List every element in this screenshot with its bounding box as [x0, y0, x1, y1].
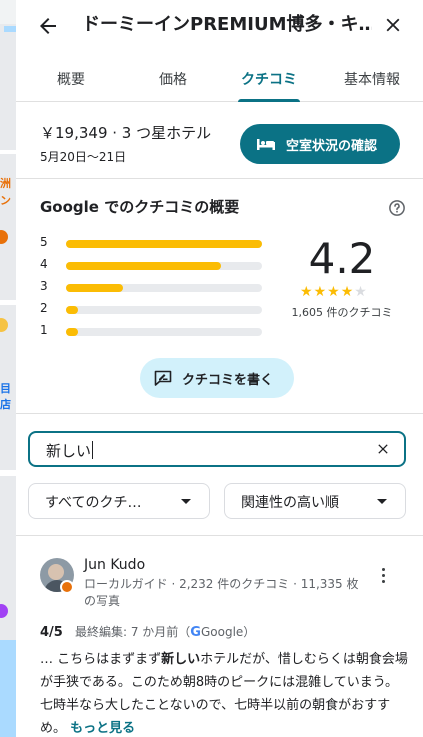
- star-icon: ★: [313, 284, 328, 300]
- review-source: Google: [200, 625, 244, 639]
- price-section: ￥19,349 · 3 つ星ホテル 5月20日〜21日 空室状況の確認: [16, 103, 423, 179]
- help-circle-icon[interactable]: [388, 199, 406, 217]
- reviewer-meta: ローカルガイド · 2,232 件のクチコミ · 11,335 枚の写真: [84, 577, 359, 608]
- star-icon: ★: [340, 284, 355, 300]
- rate-review-icon: [154, 370, 172, 386]
- rating-bar-1[interactable]: 1: [40, 323, 270, 337]
- price-line: ￥19,349 · 3 つ星ホテル: [40, 124, 212, 142]
- rating-bar-track: [66, 240, 262, 248]
- edited-text: 最終編集: 7 か月前（: [74, 625, 191, 639]
- rating-bar-label: 5: [40, 235, 48, 249]
- review-count[interactable]: 1,605 件のクチコミ: [284, 304, 400, 320]
- write-review-button[interactable]: クチコミを書く: [140, 358, 294, 398]
- more-vert-icon[interactable]: [380, 568, 386, 586]
- rating-bar-fill: [66, 284, 123, 292]
- stay-dates[interactable]: 5月20日〜21日: [40, 148, 126, 165]
- google-logo-icon: G: [190, 625, 201, 640]
- dropdown-arrow-icon: [377, 499, 387, 504]
- star-icon: ★: [300, 284, 314, 300]
- page-title: ドーミーインPREMIUM博多・キ…: [82, 14, 372, 35]
- rating-bar-4[interactable]: 4: [40, 257, 270, 271]
- summary-heading: Google でのクチコミの概要: [40, 198, 240, 216]
- read-more-link[interactable]: もっと見る: [70, 721, 135, 736]
- review-text-highlight: 新しい: [161, 652, 201, 667]
- rating-bar-5[interactable]: 5: [40, 235, 270, 249]
- avatar-face: [48, 564, 64, 580]
- rating-bar-label: 4: [40, 257, 48, 271]
- review-summary: Google でのクチコミの概要 5 4 3 2 1 4.2 ★★★★★ 1,6…: [16, 180, 423, 414]
- rating-bar-fill: [66, 328, 78, 336]
- text-caret: [92, 441, 94, 459]
- arrow-left-icon[interactable]: [36, 14, 60, 38]
- sort-dropdown[interactable]: 関連性の高い順: [224, 483, 406, 519]
- tab-label: 価格: [159, 72, 187, 88]
- write-review-label: クチコミを書く: [182, 372, 274, 388]
- review-body: … こちらはまずまず新しいホテルだが、惜しむらくは朝食会場が手狭である。このため…: [40, 648, 408, 737]
- rating-bar-fill: [66, 240, 262, 248]
- tab-reviews[interactable]: クチコミ: [238, 56, 300, 102]
- star-icon: ★: [327, 284, 341, 300]
- review-type-dropdown[interactable]: すべてのクチ…: [28, 483, 210, 519]
- rating-bar-track: [66, 284, 262, 292]
- rating-bar-label: 1: [40, 323, 48, 337]
- review-score: 4/5: [40, 625, 63, 640]
- star-rating: ★★★★★: [300, 284, 380, 300]
- active-tab-indicator: [238, 99, 300, 102]
- search-value: 新しい: [46, 440, 94, 461]
- review-edited: 最終編集: 7 か月前（GGoogle）: [74, 625, 256, 640]
- tab-bar: 概要 価格 クチコミ 基本情報: [16, 56, 423, 102]
- search-text: 新しい: [46, 442, 92, 460]
- close-icon[interactable]: [375, 441, 391, 457]
- tab-label: 概要: [57, 72, 85, 88]
- rating-bar-track: [66, 306, 262, 314]
- rating-bar-fill: [66, 306, 78, 314]
- rating-bar-track: [66, 262, 262, 270]
- rating-bar-label: 2: [40, 301, 48, 315]
- star-empty-icon: ★: [354, 284, 368, 300]
- review-text-before: … こちらはまずまず: [40, 652, 162, 667]
- rating-bar-3[interactable]: 3: [40, 279, 270, 293]
- map-background[interactable]: 洲 ン 目店: [0, 0, 16, 737]
- review-rating-line: 4/5 最終編集: 7 か月前（GGoogle）: [40, 623, 255, 640]
- average-rating: 4.2: [308, 234, 376, 283]
- section-divider: [16, 535, 423, 536]
- tab-about[interactable]: 基本情報: [334, 56, 410, 102]
- local-guide-badge-icon: [60, 580, 74, 594]
- tab-label: 基本情報: [344, 72, 400, 88]
- rating-bar-track: [66, 328, 262, 336]
- review-search-input[interactable]: 新しい: [28, 431, 406, 467]
- rating-bar-2[interactable]: 2: [40, 301, 270, 315]
- edited-close: ）: [243, 625, 256, 639]
- sort-label: 関連性の高い順: [241, 495, 339, 511]
- bed-icon: [257, 139, 275, 150]
- tab-overview[interactable]: 概要: [40, 56, 102, 102]
- check-availability-button[interactable]: 空室状況の確認: [240, 124, 400, 164]
- review-type-label: すべてのクチ…: [45, 495, 142, 511]
- check-availability-label: 空室状況の確認: [286, 138, 378, 154]
- rating-bar-fill: [66, 262, 221, 270]
- dropdown-arrow-icon: [181, 499, 191, 504]
- header: ドーミーインPREMIUM博多・キ…: [16, 0, 423, 52]
- rating-bar-label: 3: [40, 279, 48, 293]
- close-icon[interactable]: [382, 14, 404, 36]
- place-panel: ドーミーインPREMIUM博多・キ… 概要 価格 クチコミ 基本情報 ￥19,3…: [16, 0, 423, 737]
- tab-prices[interactable]: 価格: [142, 56, 204, 102]
- tab-label: クチコミ: [241, 72, 297, 88]
- reviewer-name[interactable]: Jun Kudo: [84, 557, 145, 573]
